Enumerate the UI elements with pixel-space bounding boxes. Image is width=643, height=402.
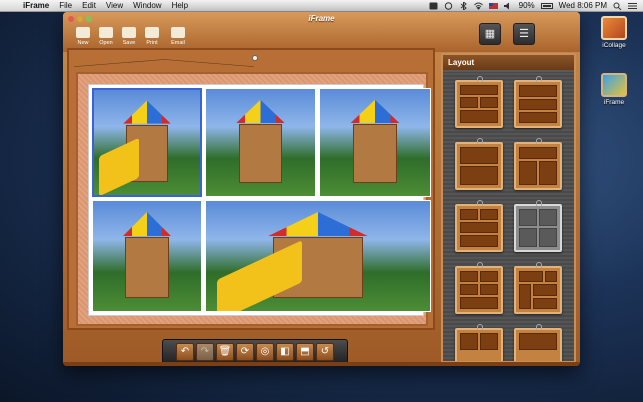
flip-horizontal-button[interactable]: ◧ xyxy=(276,343,294,361)
redo-button[interactable]: ↷ xyxy=(196,343,214,361)
status-area: 90% Wed 8:06 PM xyxy=(429,0,643,11)
cork-background xyxy=(76,72,431,326)
sliders-icon: ☰ xyxy=(519,28,529,40)
layout-panel: Layout xyxy=(441,53,576,363)
hook-icon xyxy=(477,324,483,330)
layout-option-9[interactable] xyxy=(455,324,503,361)
window-title: iFrame xyxy=(308,14,335,23)
desktop-icon-icollage[interactable]: iCollage xyxy=(597,16,631,49)
battery-percent[interactable]: 90% xyxy=(519,1,535,10)
icollage-app-icon xyxy=(601,16,627,40)
desktop-icon-iframe[interactable]: iFrame xyxy=(597,73,631,106)
layout-option-2[interactable] xyxy=(514,76,562,128)
iframe-app-icon xyxy=(601,73,627,97)
save-icon xyxy=(122,27,136,38)
pin-icon xyxy=(252,55,258,61)
save-label: Save xyxy=(122,40,136,46)
flag-icon[interactable] xyxy=(488,2,498,10)
layout-option-6-selected[interactable] xyxy=(514,200,562,252)
desktop-icon-label: iFrame xyxy=(603,99,625,106)
time-machine-icon[interactable] xyxy=(444,1,453,10)
hook-icon xyxy=(536,138,542,144)
layout-option-1[interactable] xyxy=(455,76,503,128)
title-bar: iFrame New Open Save Print Email ▦ ☰ xyxy=(63,12,580,52)
layout-panel-title: Layout xyxy=(443,55,574,70)
photo-slot-3[interactable] xyxy=(319,88,431,197)
photo-slot-1[interactable] xyxy=(92,88,202,197)
new-document-icon xyxy=(76,27,90,38)
photo-slot-2[interactable] xyxy=(205,88,316,197)
dropbox-icon[interactable] xyxy=(429,2,438,10)
email-label: Email xyxy=(171,40,185,46)
email-button[interactable]: Email xyxy=(167,27,189,46)
trash-icon: 🗑 xyxy=(218,346,232,357)
menu-help[interactable]: Help xyxy=(167,0,193,12)
new-button[interactable]: New xyxy=(72,27,94,46)
menu-window[interactable]: Window xyxy=(128,0,166,12)
flip-horizontal-icon: ◧ xyxy=(280,346,290,357)
app-window: iFrame New Open Save Print Email ▦ ☰ Lay… xyxy=(63,12,580,366)
wifi-icon[interactable] xyxy=(473,2,483,10)
hook-icon xyxy=(536,200,542,206)
new-label: New xyxy=(77,40,89,46)
hook-icon xyxy=(536,324,542,330)
layout-option-7[interactable] xyxy=(455,262,503,314)
undo-button[interactable]: ↶ xyxy=(176,343,194,361)
hook-icon xyxy=(536,262,542,268)
rotate-button[interactable]: ⟳ xyxy=(236,343,254,361)
fit-button[interactable]: ◎ xyxy=(256,343,274,361)
desktop-icon-label: iCollage xyxy=(602,42,626,49)
layout-option-8[interactable] xyxy=(514,262,562,314)
hook-icon xyxy=(477,200,483,206)
save-button[interactable]: Save xyxy=(118,27,140,46)
adjustments-mode-button[interactable]: ☰ xyxy=(513,23,535,45)
spotlight-search-icon[interactable] xyxy=(613,2,622,10)
hook-icon xyxy=(477,76,483,82)
reset-button[interactable]: ↺ xyxy=(316,343,334,361)
layout-option-3[interactable] xyxy=(455,138,503,190)
menu-edit[interactable]: Edit xyxy=(77,0,101,12)
folder-icon xyxy=(99,27,113,38)
open-label: Open xyxy=(99,40,113,46)
notification-center-icon[interactable] xyxy=(628,2,637,10)
battery-icon[interactable] xyxy=(540,2,553,9)
hook-icon xyxy=(536,76,542,82)
layout-list[interactable] xyxy=(443,72,574,361)
hook-icon xyxy=(477,262,483,268)
layout-option-5[interactable] xyxy=(455,200,503,252)
photo-slot-4[interactable] xyxy=(92,200,202,312)
layout-option-10[interactable] xyxy=(514,324,562,361)
hanging-string xyxy=(74,59,254,67)
menu-file[interactable]: File xyxy=(54,0,77,12)
layout-grid-icon: ▦ xyxy=(484,28,496,40)
menu-bar: iFrame File Edit View Window Help 90% We… xyxy=(0,0,643,12)
canvas-board xyxy=(67,48,435,330)
reset-icon: ↺ xyxy=(320,346,330,357)
target-icon: ◎ xyxy=(260,346,270,357)
print-button[interactable]: Print xyxy=(141,27,163,46)
photo-frame xyxy=(88,84,431,316)
delete-button[interactable]: 🗑 xyxy=(216,343,234,361)
flip-vertical-button[interactable]: ⬒ xyxy=(296,343,314,361)
printer-icon xyxy=(145,27,159,38)
window-bottom-edge xyxy=(63,362,580,366)
layout-mode-button[interactable]: ▦ xyxy=(479,23,501,45)
hook-icon xyxy=(477,138,483,144)
print-label: Print xyxy=(146,40,158,46)
layout-option-4[interactable] xyxy=(514,138,562,190)
rotate-icon: ⟳ xyxy=(240,346,250,357)
menu-view[interactable]: View xyxy=(101,0,128,12)
clock[interactable]: Wed 8:06 PM xyxy=(559,1,607,10)
envelope-icon xyxy=(171,27,185,38)
bluetooth-icon[interactable] xyxy=(459,0,468,11)
open-button[interactable]: Open xyxy=(95,27,117,46)
redo-icon: ↷ xyxy=(200,346,210,357)
volume-icon[interactable] xyxy=(503,2,513,10)
flip-vertical-icon: ⬒ xyxy=(300,346,310,357)
photo-slot-5[interactable] xyxy=(205,200,431,312)
menu-app-name[interactable]: iFrame xyxy=(18,0,54,12)
undo-icon: ↶ xyxy=(180,346,190,357)
